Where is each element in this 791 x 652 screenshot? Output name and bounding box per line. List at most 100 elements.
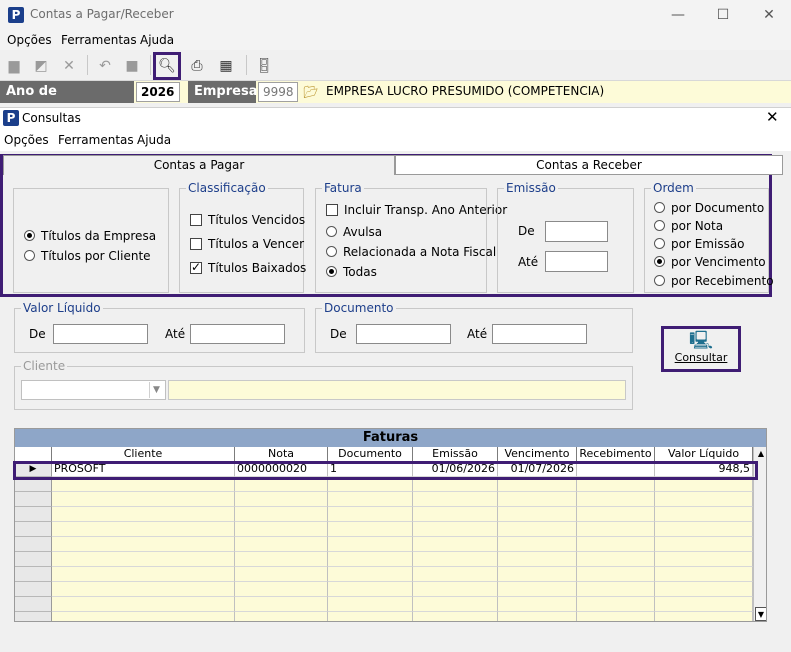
empty-cell[interactable] (577, 522, 655, 537)
empty-cell[interactable] (235, 522, 328, 537)
delete-icon[interactable]: ✕ (59, 57, 79, 75)
empty-cell[interactable] (413, 507, 498, 522)
ano-movimento-value[interactable]: 2026 (136, 82, 180, 102)
consultas-menu-opcoes[interactable]: Opções (4, 133, 49, 147)
col-recebimento[interactable]: Recebimento (577, 447, 655, 462)
menu-opcoes[interactable]: Opções (7, 33, 52, 47)
empty-cell[interactable] (52, 507, 235, 522)
tab-contas-receber[interactable]: Contas a Receber (395, 155, 783, 175)
empty-cell[interactable] (498, 492, 577, 507)
empty-cell[interactable] (328, 582, 413, 597)
emissao-de-input[interactable] (545, 221, 608, 242)
empty-cell[interactable] (328, 567, 413, 582)
empty-cell[interactable] (52, 612, 235, 621)
empty-cell[interactable] (655, 612, 753, 621)
empty-row-indicator[interactable] (15, 582, 52, 597)
empty-cell[interactable] (498, 552, 577, 567)
check-titulos-baixados[interactable]: Títulos Baixados (190, 260, 306, 275)
empty-cell[interactable] (235, 492, 328, 507)
printer-icon[interactable]: ⎙ (187, 57, 207, 75)
empty-cell[interactable] (498, 537, 577, 552)
print-preview-icon[interactable]: 🔍︎ (157, 57, 177, 75)
empty-row-indicator[interactable] (15, 537, 52, 552)
documento-de-input[interactable] (356, 324, 451, 344)
check-incluir-transp[interactable]: Incluir Transp. Ano Anterior (326, 203, 507, 217)
empty-cell[interactable] (328, 507, 413, 522)
empty-cell[interactable] (235, 552, 328, 567)
empty-cell[interactable] (52, 522, 235, 537)
empty-row-indicator[interactable] (15, 567, 52, 582)
menu-ferramentas[interactable]: Ferramentas (61, 33, 137, 47)
cliente-select[interactable]: ▼ (21, 380, 166, 400)
empty-row-indicator[interactable] (15, 492, 52, 507)
radio-por-vencimento[interactable]: por Vencimento (654, 255, 766, 269)
empty-cell[interactable] (655, 567, 753, 582)
check-titulos-vencidos[interactable]: Títulos Vencidos (190, 213, 305, 227)
empty-cell[interactable] (235, 582, 328, 597)
empty-cell[interactable] (52, 537, 235, 552)
empty-cell[interactable] (498, 522, 577, 537)
calculator-icon[interactable]: ▦ (216, 57, 236, 75)
empty-cell[interactable] (655, 582, 753, 597)
empty-cell[interactable] (577, 567, 655, 582)
scroll-down-icon[interactable]: ▼ (755, 607, 766, 621)
empty-cell[interactable] (413, 612, 498, 621)
empty-cell[interactable] (52, 552, 235, 567)
empty-cell[interactable] (328, 612, 413, 621)
tab-contas-pagar[interactable]: Contas a Pagar (3, 155, 395, 175)
col-vencimento[interactable]: Vencimento (498, 447, 577, 462)
scroll-up-icon[interactable]: ▲ (755, 447, 766, 461)
radio-por-emissao[interactable]: por Emissão (654, 237, 745, 251)
empty-cell[interactable] (413, 537, 498, 552)
empty-cell[interactable] (498, 507, 577, 522)
empty-cell[interactable] (655, 552, 753, 567)
maximize-button[interactable]: ☐ (703, 4, 743, 26)
col-nota[interactable]: Nota (235, 447, 328, 462)
empty-cell[interactable] (413, 597, 498, 612)
empty-row-indicator[interactable] (15, 597, 52, 612)
radio-todas[interactable]: Todas (326, 265, 377, 279)
empty-cell[interactable] (655, 507, 753, 522)
minimize-button[interactable]: — (658, 4, 698, 26)
empty-cell[interactable] (52, 492, 235, 507)
empty-cell[interactable] (413, 552, 498, 567)
empty-cell[interactable] (328, 492, 413, 507)
documento-ate-input[interactable] (492, 324, 587, 344)
new-document-icon[interactable]: ▆ (4, 57, 24, 75)
col-documento[interactable]: Documento (328, 447, 413, 462)
radio-por-nota[interactable]: por Nota (654, 219, 723, 233)
empty-cell[interactable] (498, 612, 577, 621)
stop-icon[interactable]: ■ (122, 57, 142, 75)
undo-icon[interactable]: ↶ (95, 57, 115, 75)
menu-ajuda[interactable]: Ajuda (140, 33, 174, 47)
radio-titulos-empresa[interactable]: Títulos da Empresa (24, 229, 156, 243)
col-emissao[interactable]: Emissão (413, 447, 498, 462)
emissao-ate-input[interactable] (545, 251, 608, 272)
radio-relacionada[interactable]: Relacionada a Nota Fiscal (326, 245, 496, 259)
radio-por-recebimento[interactable]: por Recebimento (654, 274, 774, 288)
cliente-dropdown-arrow-icon[interactable]: ▼ (149, 382, 163, 398)
consultas-menu-ferramentas[interactable]: Ferramentas (58, 133, 134, 147)
empty-cell[interactable] (328, 552, 413, 567)
empty-cell[interactable] (498, 567, 577, 582)
folder-open-icon[interactable]: 📂︎ (302, 83, 320, 101)
empty-cell[interactable] (655, 597, 753, 612)
empty-cell[interactable] (577, 582, 655, 597)
empty-cell[interactable] (328, 537, 413, 552)
consultas-menu-ajuda[interactable]: Ajuda (137, 133, 171, 147)
empty-cell[interactable] (577, 537, 655, 552)
empty-row-indicator[interactable] (15, 522, 52, 537)
radio-titulos-cliente[interactable]: Títulos por Cliente (24, 249, 151, 263)
empty-cell[interactable] (577, 597, 655, 612)
cliente-name-field[interactable] (168, 380, 626, 400)
empty-cell[interactable] (235, 567, 328, 582)
consultas-close-icon[interactable]: ✕ (766, 108, 779, 126)
empty-row-indicator[interactable] (15, 612, 52, 621)
exit-door-icon[interactable]: 🚪︎ (254, 57, 274, 75)
empty-cell[interactable] (235, 537, 328, 552)
edit-icon[interactable]: ◩ (31, 57, 51, 75)
empty-cell[interactable] (413, 492, 498, 507)
empty-row-indicator[interactable] (15, 507, 52, 522)
empty-cell[interactable] (498, 597, 577, 612)
empty-cell[interactable] (655, 537, 753, 552)
